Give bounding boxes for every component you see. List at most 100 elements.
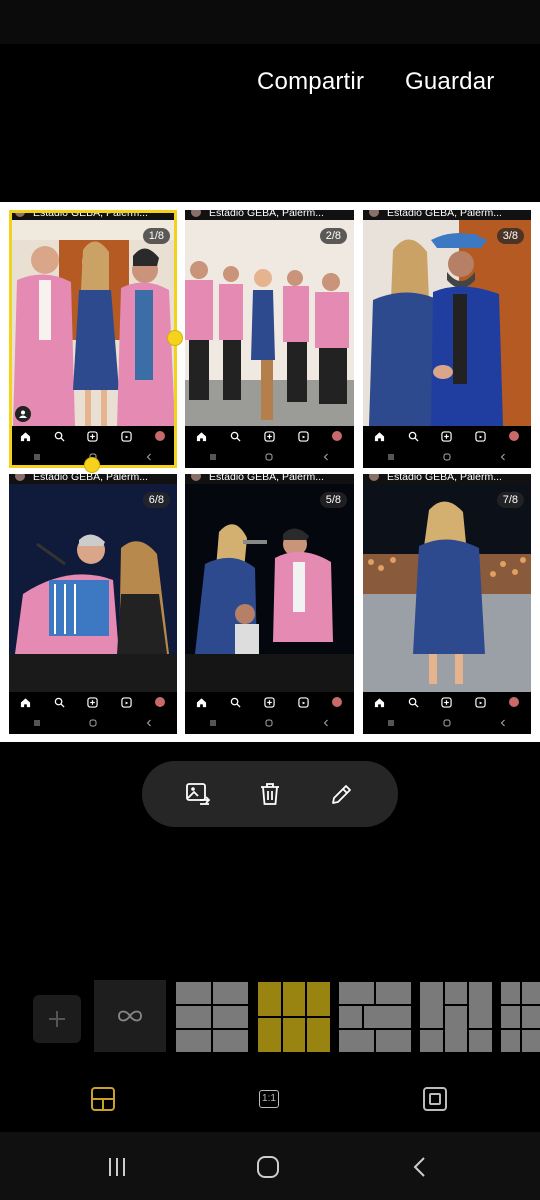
freeform-layout-option[interactable] — [94, 980, 166, 1052]
layout-option[interactable] — [339, 982, 411, 1052]
back-icon — [500, 719, 505, 727]
back-icon — [323, 453, 328, 461]
back-icon — [500, 453, 505, 461]
reels-icon[interactable] — [121, 430, 132, 442]
reels-icon[interactable] — [121, 696, 132, 708]
collage-cell[interactable]: Estadio GEBA, Palerm... 5/8 — [185, 474, 354, 734]
collage-cell[interactable]: Estadio GEBA, Palerm... 1/8 — [9, 210, 177, 468]
home-icon[interactable] — [20, 697, 31, 708]
recent-apps-icon — [388, 720, 394, 726]
plus-icon — [49, 1011, 65, 1027]
recent-apps-icon — [210, 720, 216, 726]
search-icon[interactable] — [408, 697, 419, 708]
layout-option-selected[interactable] — [258, 982, 330, 1052]
reels-icon[interactable] — [298, 696, 309, 708]
app-nav-bar — [185, 426, 354, 446]
layout-picker — [0, 980, 540, 1054]
create-post-icon[interactable] — [264, 696, 275, 708]
profile-avatar[interactable] — [509, 697, 520, 708]
system-navigation-bar — [0, 1132, 540, 1200]
create-post-icon[interactable] — [441, 696, 453, 708]
home-button[interactable] — [253, 1152, 283, 1182]
edit-button[interactable] — [322, 774, 362, 814]
search-icon[interactable] — [230, 697, 241, 708]
collage-cell[interactable]: Estadio GEBA, Palerm... 7/8 — [363, 474, 531, 734]
create-post-icon[interactable] — [87, 430, 99, 442]
infinity-icon — [118, 1010, 142, 1022]
home-icon[interactable] — [374, 431, 385, 442]
profile-avatar[interactable] — [155, 431, 166, 442]
reels-icon[interactable] — [475, 430, 486, 442]
replace-image-button[interactable] — [178, 774, 218, 814]
back-button[interactable] — [405, 1152, 435, 1182]
collage-canvas: Estadio GEBA, Palerm... 1/8 Estadio GEBA… — [0, 202, 540, 742]
app-nav-bar — [9, 426, 177, 446]
delete-button[interactable] — [250, 774, 290, 814]
resize-handle-right[interactable] — [167, 330, 183, 346]
back-icon — [146, 453, 151, 461]
photo-image — [185, 220, 354, 426]
recent-apps-icon — [109, 1158, 125, 1176]
profile-avatar[interactable] — [332, 431, 343, 442]
search-icon[interactable] — [54, 697, 65, 708]
photo — [185, 220, 354, 426]
home-circle-icon — [265, 453, 273, 461]
recent-apps-icon — [388, 454, 394, 460]
resize-handle-bottom[interactable] — [84, 457, 100, 473]
photo — [363, 484, 531, 692]
tab-aspect-ratio[interactable]: 1:1 — [254, 1084, 284, 1114]
back-icon — [323, 719, 328, 727]
post-header: Estadio GEBA, Palerm... — [363, 474, 531, 484]
slide-counter: 1/8 — [142, 228, 170, 244]
create-post-icon[interactable] — [441, 430, 453, 442]
add-image-button[interactable] — [33, 995, 81, 1043]
home-circle-icon — [443, 453, 451, 461]
home-circle-icon — [257, 1156, 279, 1178]
save-button[interactable]: Guardar — [405, 68, 494, 96]
avatar — [369, 474, 379, 481]
search-icon[interactable] — [230, 431, 241, 442]
mini-system-nav — [185, 446, 354, 468]
app-nav-bar — [363, 692, 531, 712]
profile-avatar[interactable] — [155, 697, 166, 708]
reels-icon[interactable] — [475, 696, 486, 708]
avatar — [15, 474, 25, 481]
layout-option[interactable] — [176, 982, 248, 1052]
mini-system-nav — [9, 712, 177, 734]
home-icon[interactable] — [196, 431, 207, 442]
tab-border[interactable] — [420, 1084, 450, 1114]
home-icon[interactable] — [374, 697, 385, 708]
collage-cell[interactable]: Estadio GEBA, Palerm... 2/8 — [185, 210, 354, 468]
photo-image — [9, 220, 177, 426]
tab-layout[interactable] — [88, 1084, 118, 1114]
location-label: Estadio GEBA, Palerm... — [209, 210, 324, 219]
create-post-icon[interactable] — [264, 430, 275, 442]
home-circle-icon — [89, 719, 97, 727]
create-post-icon[interactable] — [87, 696, 99, 708]
app-nav-bar — [363, 426, 531, 446]
aspect-ratio-label: 1:1 — [259, 1090, 279, 1108]
slide-counter: 2/8 — [319, 228, 347, 244]
mini-system-nav — [363, 446, 531, 468]
layout-icon — [91, 1087, 115, 1111]
border-icon — [423, 1087, 447, 1111]
collage-cell[interactable]: Estadio GEBA, Palerm... 6/8 — [9, 474, 177, 734]
layout-option[interactable] — [501, 982, 540, 1052]
share-button[interactable]: Compartir — [257, 68, 364, 96]
home-icon[interactable] — [196, 697, 207, 708]
post-header: Estadio GEBA, Palerm... — [363, 210, 531, 220]
search-icon[interactable] — [408, 431, 419, 442]
location-label: Estadio GEBA, Palerm... — [209, 474, 324, 483]
recent-apps-button[interactable] — [102, 1152, 132, 1182]
collage-cell[interactable]: Estadio GEBA, Palerm... 3/8 — [363, 210, 531, 468]
reels-icon[interactable] — [298, 430, 309, 442]
back-icon — [146, 719, 151, 727]
layout-option[interactable] — [420, 982, 492, 1052]
top-action-bar: Compartir Guardar — [0, 60, 540, 108]
profile-avatar[interactable] — [509, 431, 520, 442]
home-icon[interactable] — [20, 431, 31, 442]
search-icon[interactable] — [54, 431, 65, 442]
tagged-user-icon[interactable] — [15, 406, 31, 422]
profile-avatar[interactable] — [332, 697, 343, 708]
pencil-icon — [332, 785, 351, 804]
